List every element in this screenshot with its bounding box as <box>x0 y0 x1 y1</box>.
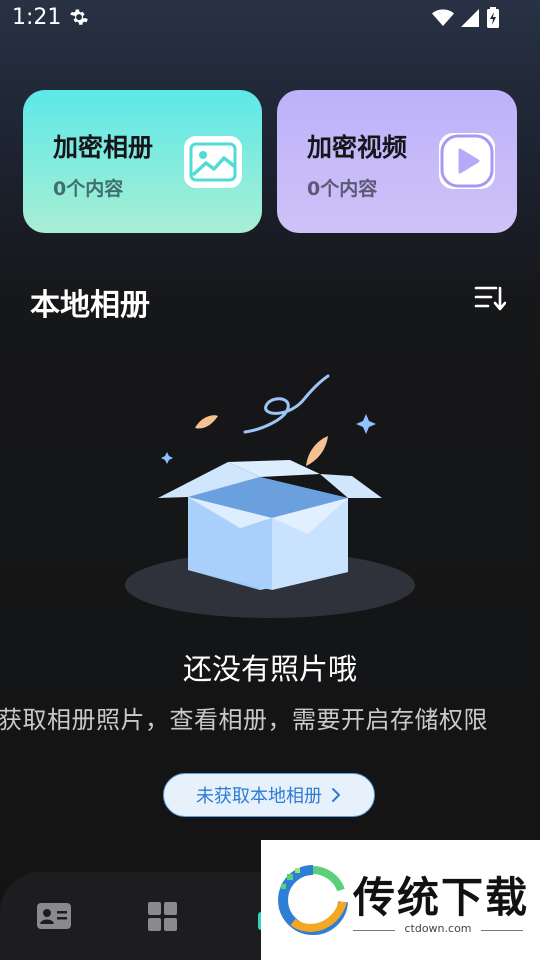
status-bar: 1:21 <box>0 0 540 38</box>
play-icon <box>439 133 495 189</box>
get-local-album-button[interactable]: 未获取本地相册 <box>163 773 375 817</box>
chevron-right-icon <box>332 788 340 802</box>
encrypted-album-count: 0个内容 <box>53 178 124 200</box>
wifi-icon <box>432 9 454 26</box>
watermark-emblem-icon <box>278 865 348 935</box>
encrypted-album-card[interactable]: 加密相册 0个内容 <box>23 90 262 233</box>
sort-icon[interactable] <box>474 284 506 314</box>
grid-icon[interactable] <box>145 900 181 932</box>
get-local-album-label: 未获取本地相册 <box>196 786 322 807</box>
watermark-logo: 传统下载 ctdown.com <box>261 840 540 960</box>
empty-state-title: 还没有照片哦 <box>182 652 357 686</box>
status-icons <box>432 7 500 29</box>
encrypted-album-title: 加密相册 <box>53 133 154 162</box>
empty-state-description: 获取相册照片，查看相册，需要开启存储权限 <box>0 706 488 734</box>
battery-icon <box>487 7 499 28</box>
gear-icon <box>70 9 88 25</box>
contact-card-icon[interactable] <box>36 900 72 932</box>
watermark-text: 传统下载 <box>353 873 530 922</box>
encrypted-video-count: 0个内容 <box>307 178 378 200</box>
watermark-divider-right <box>481 930 523 931</box>
watermark-url: ctdown.com <box>404 922 472 935</box>
status-time: 1:21 <box>12 5 62 30</box>
encrypted-video-title: 加密视频 <box>307 133 408 162</box>
image-icon <box>184 136 242 188</box>
encrypted-video-card[interactable]: 加密视频 0个内容 <box>277 90 517 233</box>
signal-icon <box>461 9 479 27</box>
local-album-title: 本地相册 <box>30 288 150 323</box>
empty-box-illustration <box>125 374 415 618</box>
